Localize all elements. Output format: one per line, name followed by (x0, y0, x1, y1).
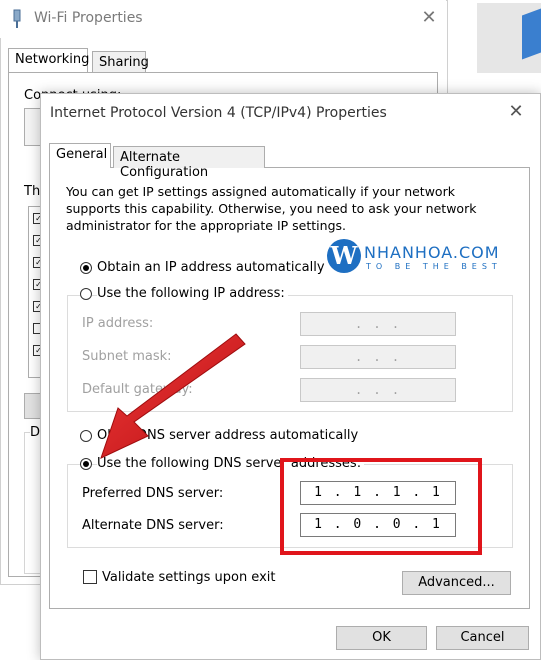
ok-button[interactable]: OK (336, 626, 427, 650)
tab-alternate-configuration[interactable]: Alternate Configuration (113, 146, 265, 180)
cancel-button[interactable]: Cancel (436, 626, 529, 650)
preferred-dns-label: Preferred DNS server: (82, 486, 224, 501)
obtain-dns-auto-label-start[interactable]: Ob (97, 428, 115, 443)
subnet-mask-field[interactable]: . . . (300, 345, 456, 369)
radio-obtain-dns-auto[interactable] (80, 430, 92, 442)
close-icon[interactable]: ✕ (418, 7, 440, 28)
radio-use-following-dns[interactable] (80, 458, 92, 470)
watermark-slogan: TO BE THE BEST (366, 262, 502, 271)
dns-highlight-box (280, 458, 482, 555)
radio-obtain-ip-auto[interactable] (80, 262, 92, 274)
intro-text: You can get IP settings assigned automat… (66, 184, 477, 233)
default-gateway-label: Default gateway: (82, 382, 193, 397)
monitor-icon (522, 8, 541, 60)
watermark-name: NHANHOA.COM (364, 243, 500, 262)
dialog-title: Internet Protocol Version 4 (TCP/IPv4) P… (50, 105, 387, 121)
this-connection-label: Th (24, 184, 41, 199)
ip-address-label: IP address: (82, 316, 154, 331)
validate-settings-label[interactable]: Validate settings upon exit (102, 570, 275, 585)
description-label: D (30, 425, 41, 440)
validate-checkbox[interactable] (83, 570, 97, 584)
default-gateway-field[interactable]: . . . (300, 378, 456, 402)
tab-general[interactable]: General (49, 143, 111, 168)
watermark-letter: W (330, 241, 358, 270)
network-adapter-icon (13, 9, 21, 28)
tab-networking[interactable]: Networking (8, 48, 89, 72)
ip-address-field[interactable]: . . . (300, 312, 456, 336)
close-icon[interactable]: ✕ (505, 101, 527, 122)
subnet-mask-label: Subnet mask: (82, 349, 172, 364)
advanced-button[interactable]: Advanced... (402, 571, 511, 595)
wifi-window-title: Wi-Fi Properties (34, 10, 143, 26)
tab-sharing[interactable]: Sharing (92, 51, 149, 72)
use-following-ip-label[interactable]: Use the following IP address: (97, 286, 288, 301)
alternate-dns-label: Alternate DNS server: (82, 518, 224, 533)
obtain-dns-auto-label-end[interactable]: DNS server address automatically (137, 428, 358, 443)
radio-use-following-ip[interactable] (80, 288, 92, 300)
obtain-ip-auto-label[interactable]: Obtain an IP address automatically (97, 260, 325, 275)
